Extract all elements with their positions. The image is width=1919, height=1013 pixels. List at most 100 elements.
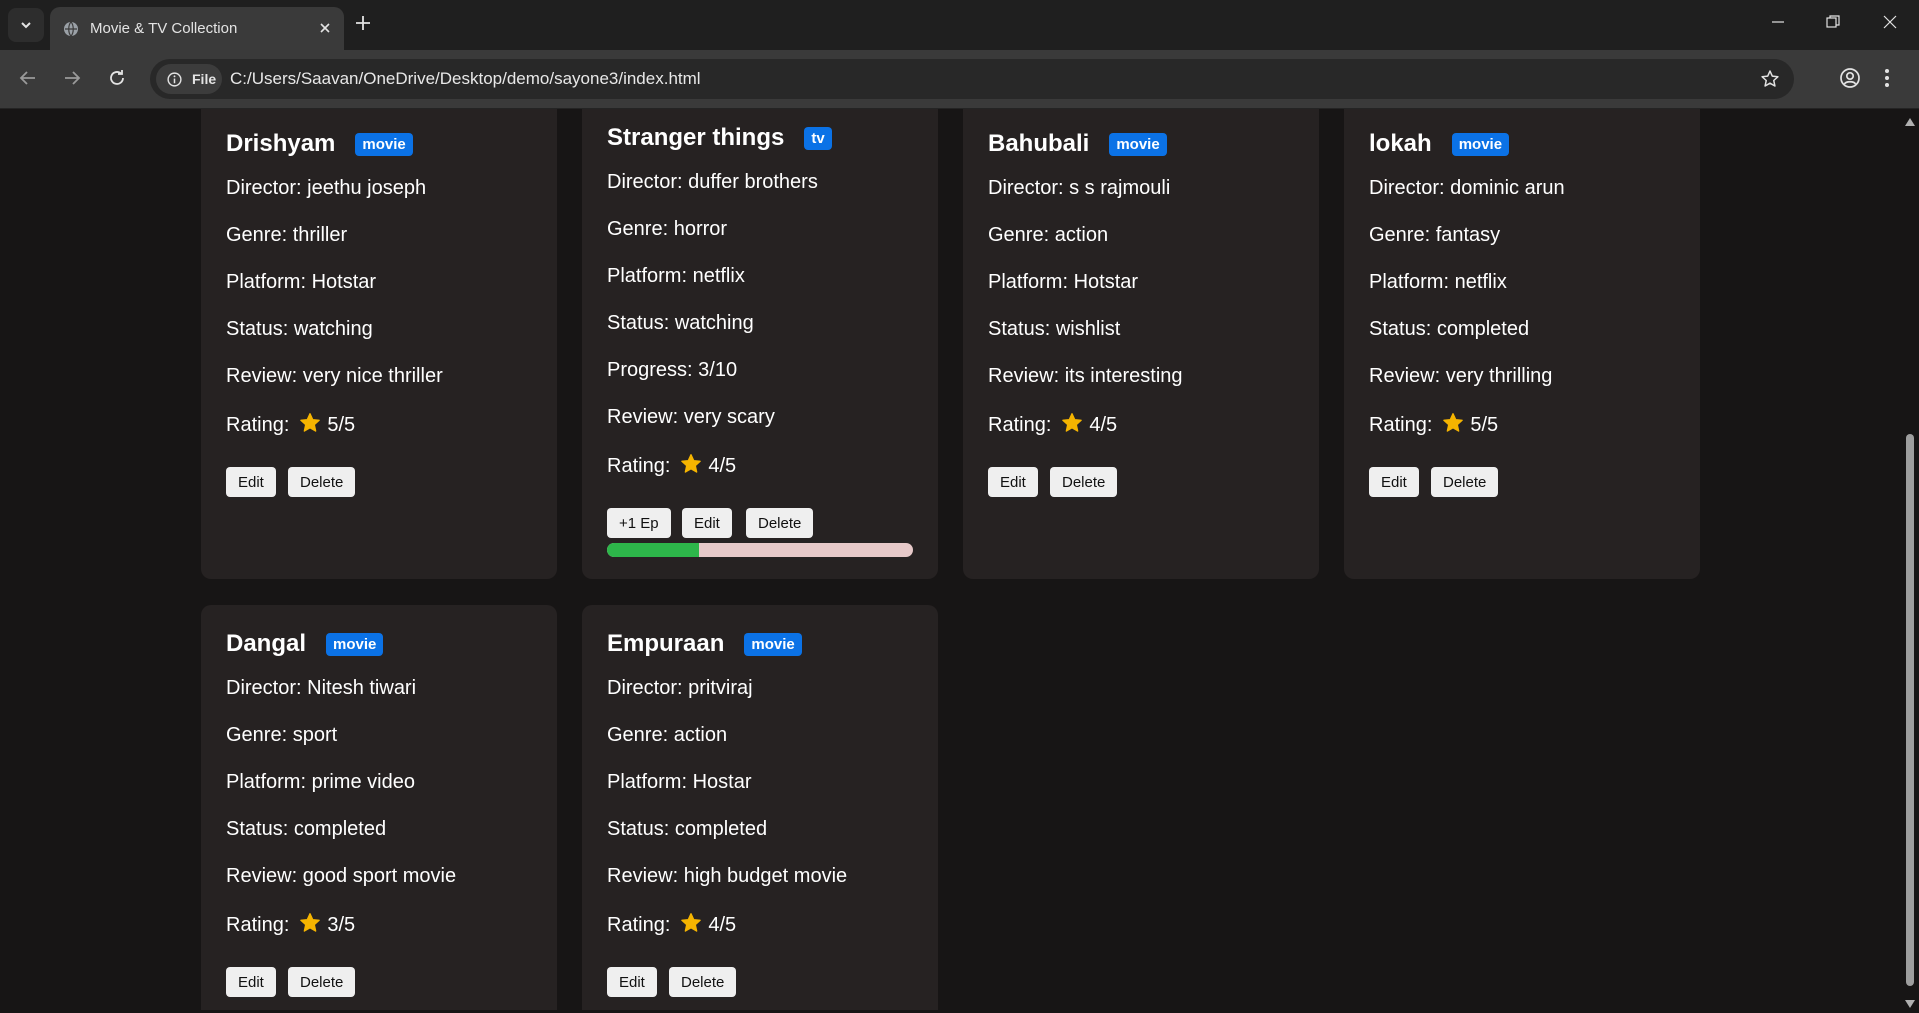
security-chip-label: File — [192, 71, 217, 87]
star-icon — [1443, 413, 1464, 432]
type-badge: tv — [804, 126, 832, 150]
review-text: Review: very scary — [607, 406, 775, 428]
media-card: Drishyam movie Director: jeethu joseph G… — [201, 109, 557, 579]
plus-icon[interactable] — [354, 14, 372, 37]
media-card: Stranger things tv Director: duffer brot… — [582, 109, 938, 579]
globe-icon — [63, 21, 79, 42]
minimize-icon[interactable] — [1770, 14, 1786, 35]
status-text: Status: completed — [226, 818, 387, 840]
add-episode-button[interactable]: +1 Ep — [607, 508, 671, 538]
media-card: Dangal movie Director: Nitesh tiwari Gen… — [201, 605, 557, 1010]
review-text: Review: very thrilling — [1369, 365, 1553, 387]
arrow-right-icon[interactable] — [62, 68, 82, 93]
platform-text: Platform: netflix — [1369, 271, 1507, 293]
rating-label: Rating: — [226, 914, 290, 936]
status-text: Status: watching — [226, 318, 373, 340]
rating-row: Rating: 5/5 — [1369, 412, 1498, 437]
browser-tab[interactable]: Movie & TV Collection — [50, 7, 344, 50]
rating-row: Rating: 4/5 — [988, 412, 1117, 437]
card-title: Empuraan — [607, 630, 725, 657]
director-text: Director: duffer brothers — [607, 171, 818, 193]
card-title: Bahubali — [988, 130, 1090, 157]
scrollbar-thumb[interactable] — [1906, 434, 1914, 986]
progress-text: Progress: 3/10 — [607, 359, 738, 381]
delete-button[interactable]: Delete — [669, 967, 737, 997]
tab-search-button[interactable] — [8, 8, 44, 42]
media-card: Bahubali movie Director: s s rajmouli Ge… — [963, 109, 1319, 579]
card-title: Dangal — [226, 630, 307, 657]
star-icon — [1062, 413, 1083, 432]
rating-row: Rating: 4/5 — [607, 912, 736, 937]
card-title: Stranger things — [607, 124, 785, 151]
site-info-chip[interactable]: File — [156, 64, 222, 94]
rating-value: 5/5 — [1470, 414, 1499, 436]
edit-button[interactable]: Edit — [607, 967, 657, 997]
scroll-down-arrow-icon[interactable] — [1905, 995, 1915, 1013]
scroll-up-arrow-icon[interactable] — [1905, 113, 1915, 131]
chevron-down-icon — [21, 22, 31, 29]
close-icon[interactable] — [318, 21, 332, 40]
genre-text: Genre: horror — [607, 218, 728, 240]
info-icon — [167, 72, 182, 92]
rating-row: Rating: 3/5 — [226, 912, 355, 937]
platform-text: Platform: Hostar — [607, 771, 752, 793]
director-text: Director: pritviraj — [607, 677, 753, 699]
edit-button[interactable]: Edit — [226, 467, 276, 497]
browser-tab-bar: Movie & TV Collection — [0, 0, 1919, 50]
genre-text: Genre: thriller — [226, 224, 348, 246]
genre-text: Genre: fantasy — [1369, 224, 1501, 246]
review-text: Review: good sport movie — [226, 865, 457, 887]
review-text: Review: very nice thriller — [226, 365, 443, 387]
rating-label: Rating: — [226, 414, 290, 436]
edit-button[interactable]: Edit — [682, 508, 732, 538]
page-viewport: Drishyam movie Director: jeethu joseph G… — [0, 109, 1900, 1010]
profile-icon[interactable] — [1839, 67, 1861, 94]
star-outline-icon[interactable] — [1760, 69, 1780, 94]
type-badge: movie — [355, 132, 413, 156]
card-header: Bahubali movie — [988, 130, 1167, 158]
window-close-icon[interactable] — [1882, 14, 1898, 35]
review-text: Review: its interesting — [988, 365, 1183, 387]
genre-text: Genre: sport — [226, 724, 338, 746]
browser-toolbar: File C:/Users/Saavan/OneDrive/Desktop/de… — [0, 50, 1919, 109]
arrow-left-icon[interactable] — [18, 68, 38, 93]
restore-icon[interactable] — [1825, 14, 1841, 35]
card-title: lokah — [1369, 130, 1432, 157]
rating-label: Rating: — [1369, 414, 1433, 436]
rating-row: Rating: 5/5 — [226, 412, 355, 437]
rating-row: Rating: 4/5 — [607, 453, 736, 478]
rating-value: 3/5 — [327, 914, 356, 936]
card-header: lokah movie — [1369, 130, 1510, 158]
edit-button[interactable]: Edit — [1369, 467, 1419, 497]
delete-button[interactable]: Delete — [288, 467, 356, 497]
delete-button[interactable]: Delete — [1050, 467, 1118, 497]
edit-button[interactable]: Edit — [988, 467, 1038, 497]
url-text[interactable]: C:/Users/Saavan/OneDrive/Desktop/demo/sa… — [230, 69, 701, 89]
kebab-menu-icon[interactable] — [1884, 67, 1890, 94]
status-text: Status: completed — [607, 818, 768, 840]
platform-text: Platform: Hotstar — [988, 271, 1139, 293]
address-bar[interactable]: File C:/Users/Saavan/OneDrive/Desktop/de… — [150, 59, 1794, 99]
status-text: Status: watching — [607, 312, 754, 334]
delete-button[interactable]: Delete — [288, 967, 356, 997]
type-badge: movie — [326, 632, 384, 656]
platform-text: Platform: netflix — [607, 265, 745, 287]
media-card: lokah movie Director: dominic arun Genre… — [1344, 109, 1700, 579]
rating-label: Rating: — [607, 914, 671, 936]
reload-icon[interactable] — [107, 68, 127, 93]
episode-progress-bar — [607, 543, 913, 557]
vertical-scrollbar[interactable] — [1900, 109, 1919, 1010]
edit-button[interactable]: Edit — [226, 967, 276, 997]
rating-value: 4/5 — [1089, 414, 1118, 436]
rating-value: 4/5 — [708, 914, 737, 936]
genre-text: Genre: action — [988, 224, 1109, 246]
star-icon — [681, 913, 702, 932]
type-badge: movie — [1109, 132, 1167, 156]
delete-button[interactable]: Delete — [746, 508, 814, 538]
delete-button[interactable]: Delete — [1431, 467, 1499, 497]
progress-bar-fill — [607, 543, 699, 557]
director-text: Director: Nitesh tiwari — [226, 677, 417, 699]
rating-value: 5/5 — [327, 414, 356, 436]
type-badge: movie — [744, 632, 802, 656]
card-header: Drishyam movie — [226, 130, 413, 158]
